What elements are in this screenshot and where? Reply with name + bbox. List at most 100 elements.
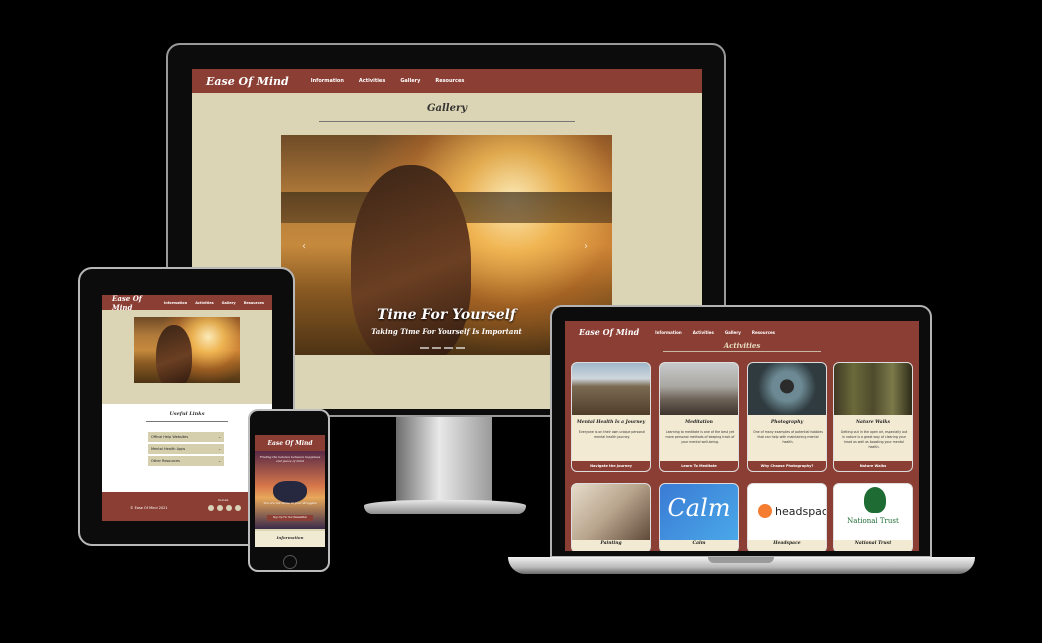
- nav-information[interactable]: Information: [655, 330, 682, 335]
- activity-card: Nature Walks Getting out in the open air…: [833, 362, 913, 472]
- information-heading: Information: [255, 531, 325, 547]
- brand-logo[interactable]: Ease Of Mind: [267, 440, 312, 447]
- socials-label: Socials: [218, 498, 229, 502]
- card-text: Learning to meditate is one of the best …: [665, 430, 735, 444]
- card-title: Headspace: [773, 541, 801, 546]
- nav-information[interactable]: Information: [311, 78, 344, 84]
- national-trust-logo[interactable]: National Trust: [834, 484, 912, 540]
- card-title: National Trust: [854, 541, 892, 546]
- carousel-indicator[interactable]: [420, 347, 429, 349]
- phone: Ease Of Mind Finding the balance between…: [248, 409, 330, 572]
- laptop-notch: [708, 557, 774, 563]
- headspace-logo-text: headspace: [775, 505, 826, 518]
- brand-logo[interactable]: Ease Of Mind: [206, 75, 289, 88]
- card-text: Everyone is on their own unique personal…: [578, 430, 646, 439]
- carousel-indicators[interactable]: [420, 347, 465, 349]
- card-title: Painting: [600, 541, 622, 546]
- card-text: One of many examples of potential hobbie…: [753, 430, 823, 444]
- accordion-item[interactable]: Mental Health Apps ⌄: [148, 444, 224, 454]
- activity-card: Photography One of many examples of pote…: [747, 362, 827, 472]
- activities-title: Activities: [723, 341, 761, 350]
- gallery-title: Gallery: [426, 103, 468, 114]
- gallery-carousel[interactable]: [134, 317, 240, 383]
- activity-card: Meditation Learning to meditate is one o…: [659, 362, 739, 472]
- meditation-photo: [660, 363, 738, 415]
- twitter-icon[interactable]: [217, 505, 223, 511]
- desktop-navbar: Ease Of Mind Information Activities Gall…: [192, 69, 702, 93]
- carousel-next-icon[interactable]: ›: [584, 241, 588, 252]
- heart-hands-image: [273, 481, 307, 503]
- footer: [102, 492, 272, 521]
- brand-logo[interactable]: Ease Of Mind: [579, 327, 639, 337]
- facebook-icon[interactable]: [208, 505, 214, 511]
- chevron-down-icon: ⌄: [218, 435, 221, 439]
- monitor-base: [364, 500, 526, 514]
- headspace-dot-icon: [758, 504, 772, 518]
- card-title: Calm: [692, 541, 706, 546]
- nav-gallery[interactable]: Gallery: [400, 78, 420, 84]
- card-title: Meditation: [685, 420, 713, 425]
- useful-links-title: Useful Links: [169, 411, 205, 417]
- accordion-label: Other Resources: [151, 459, 180, 463]
- card-button[interactable]: Nature Walks: [834, 461, 912, 471]
- accordion-label: Offical Help Websites: [151, 435, 189, 439]
- gallery-divider: [319, 121, 575, 122]
- accordion-item[interactable]: Other Resources ⌄: [148, 456, 224, 466]
- carousel-indicator[interactable]: [456, 347, 465, 349]
- nav-activities[interactable]: Activities: [359, 78, 385, 84]
- useful-links-divider: [146, 421, 228, 422]
- laptop-navbar: Ease Of Mind Information Activities Gall…: [565, 321, 919, 343]
- resource-card: National Trust National Trust: [833, 483, 913, 551]
- nav-information[interactable]: Information: [164, 301, 187, 305]
- card-button[interactable]: Navigate the Journey: [572, 461, 650, 471]
- nav-resources[interactable]: Resources: [244, 301, 264, 305]
- railway-photo: [572, 363, 650, 415]
- hero-subheading: You are not alone in your struggles: [263, 501, 317, 505]
- card-text: Getting out in the open air, especially …: [840, 430, 908, 449]
- card-button[interactable]: Why Choose Photography?: [748, 461, 826, 471]
- card-button[interactable]: Learn To Meditate: [660, 461, 738, 471]
- chevron-down-icon: ⌄: [218, 447, 221, 451]
- nav-gallery[interactable]: Gallery: [725, 330, 741, 335]
- nav-activities[interactable]: Activities: [693, 330, 714, 335]
- tablet-screen: Ease Of Mind Information Activities Gall…: [102, 295, 272, 521]
- tablet-navbar: Ease Of Mind Information Activities Gall…: [102, 295, 272, 312]
- copyright-text: © Ease Of Mind 2021: [130, 506, 168, 510]
- card-title: Mental Health Is a Journey: [576, 420, 646, 425]
- forest-photo: [834, 363, 912, 415]
- instagram-icon[interactable]: [226, 505, 232, 511]
- accordion-item[interactable]: Offical Help Websites ⌄: [148, 432, 224, 442]
- calm-logo-text: Calm: [667, 494, 731, 522]
- oak-leaf-icon: [864, 487, 886, 513]
- monitor-stand: [396, 417, 492, 507]
- calm-logo[interactable]: Calm: [660, 484, 738, 540]
- activities-divider: [663, 351, 821, 352]
- painting-photo: [572, 484, 650, 540]
- social-links: [208, 505, 241, 511]
- youtube-icon[interactable]: [235, 505, 241, 511]
- resource-card: Painting: [571, 483, 651, 551]
- carousel-indicator[interactable]: [432, 347, 441, 349]
- resource-card: Calm Calm: [659, 483, 739, 551]
- home-button: [283, 555, 297, 569]
- nav-resources[interactable]: Resources: [435, 78, 464, 84]
- nav-gallery[interactable]: Gallery: [222, 301, 236, 305]
- card-title: Nature Walks: [855, 420, 891, 425]
- activity-card: Mental Health Is a Journey Everyone is o…: [571, 362, 651, 472]
- newsletter-button[interactable]: Sign Up For Our Newsletter: [267, 515, 313, 521]
- nav-activities[interactable]: Activities: [195, 301, 213, 305]
- hero-heading: Finding the balance between happiness an…: [259, 455, 321, 463]
- phone-navbar: Ease Of Mind: [255, 435, 325, 451]
- carousel-indicator[interactable]: [444, 347, 453, 349]
- camera-photo: [748, 363, 826, 415]
- brand-logo[interactable]: Ease Of Mind: [112, 295, 153, 312]
- national-trust-logo-text: National Trust: [847, 517, 899, 525]
- laptop: Ease Of Mind Information Activities Gall…: [550, 305, 932, 558]
- nav-resources[interactable]: Resources: [752, 330, 775, 335]
- headspace-logo[interactable]: headspace: [748, 484, 826, 540]
- chevron-down-icon: ⌄: [218, 459, 221, 463]
- phone-screen: Ease Of Mind Finding the balance between…: [255, 435, 325, 547]
- card-title: Photography: [770, 420, 804, 425]
- carousel-prev-icon[interactable]: ‹: [302, 241, 306, 252]
- woman-photo: [156, 325, 192, 383]
